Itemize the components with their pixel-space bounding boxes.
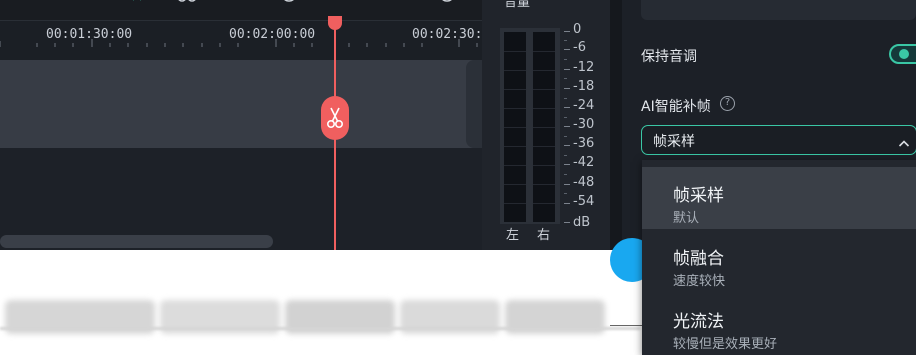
dropdown-option-frame-blending[interactable]: 帧融合 速度较快 bbox=[642, 230, 916, 292]
option-title: 光流法 bbox=[673, 312, 724, 332]
horizontal-scrollbar[interactable] bbox=[0, 235, 273, 248]
meter-segment bbox=[504, 108, 526, 109]
blurred-underline bbox=[0, 327, 640, 330]
clock-icon[interactable] bbox=[280, 0, 298, 6]
db-label: -18 bbox=[573, 79, 595, 94]
option-subtitle: 默认 bbox=[673, 211, 700, 226]
db-label: -48 bbox=[573, 175, 595, 190]
crop-icon[interactable] bbox=[228, 0, 246, 6]
dropdown-option-optical-flow[interactable]: 光流法 较慢但是效果更好 bbox=[642, 293, 916, 355]
select-value: 帧采样 bbox=[653, 134, 695, 150]
option-title: 帧融合 bbox=[673, 249, 724, 269]
db-label: -6 bbox=[573, 40, 586, 55]
audio-track-clip[interactable] bbox=[0, 60, 482, 148]
meter-segment bbox=[504, 184, 526, 185]
meter-segment bbox=[533, 203, 555, 204]
meter-segment bbox=[504, 165, 526, 166]
ruler-label: 00:02:30:0 bbox=[412, 27, 482, 42]
ruler-label: 00:02:00:00 bbox=[229, 27, 316, 42]
keep-pitch-toggle[interactable] bbox=[889, 44, 916, 64]
meter-segment bbox=[533, 146, 555, 147]
ruler-label: 00:01:30:00 bbox=[46, 27, 133, 42]
dot-icon[interactable] bbox=[340, 0, 350, 6]
option-subtitle: 速度较快 bbox=[673, 274, 726, 289]
meter-segment bbox=[533, 89, 555, 90]
meter-segment bbox=[504, 89, 526, 90]
meter-segment bbox=[504, 127, 526, 128]
ai-frame-interpolation-label: AI智能补帧 bbox=[641, 99, 711, 115]
meter-segment bbox=[504, 146, 526, 147]
channel-left-label: 左 bbox=[506, 228, 520, 243]
speed-icon[interactable] bbox=[437, 0, 457, 6]
meter-segment bbox=[533, 70, 555, 71]
meter-segment bbox=[504, 203, 526, 204]
db-label: -30 bbox=[573, 117, 595, 132]
divider-line bbox=[610, 325, 642, 326]
meter-segment bbox=[504, 70, 526, 71]
meter-bar-left bbox=[504, 32, 526, 222]
meter-bar-right bbox=[533, 32, 555, 222]
channel-right-label: 右 bbox=[537, 228, 551, 243]
db-label: -54 bbox=[573, 194, 595, 209]
audio-split-icon[interactable] bbox=[176, 0, 200, 6]
timeline-panel: 00:01:30:00 00:02:00:00 00:02:30:0 bbox=[0, 0, 482, 250]
panel-top-field[interactable] bbox=[641, 0, 916, 20]
keep-pitch-label: 保持音调 bbox=[641, 49, 697, 65]
meter-title: 音量 bbox=[504, 0, 531, 10]
split-scissors-button[interactable] bbox=[321, 96, 349, 140]
playhead-handle[interactable] bbox=[328, 16, 342, 30]
panel-divider bbox=[610, 0, 622, 250]
meter-segment bbox=[533, 165, 555, 166]
db-label: -12 bbox=[573, 60, 595, 75]
meter-segment bbox=[533, 108, 555, 109]
meter-segment bbox=[533, 127, 555, 128]
highlight-icon[interactable] bbox=[128, 0, 146, 6]
meter-segment bbox=[533, 51, 555, 52]
time-ruler[interactable]: 00:01:30:00 00:02:00:00 00:02:30:0 bbox=[0, 21, 482, 47]
timeline-toolbar bbox=[0, 0, 482, 21]
option-title: 帧采样 bbox=[673, 186, 724, 206]
chevron-up-icon bbox=[898, 134, 910, 153]
option-subtitle: 较慢但是效果更好 bbox=[673, 337, 778, 352]
frame-method-dropdown: 帧采样 默认 帧融合 速度较快 光流法 较慢但是效果更好 bbox=[642, 160, 916, 355]
meter-segment bbox=[533, 184, 555, 185]
music-note-icon[interactable] bbox=[84, 0, 98, 6]
audio-meter-panel: 音量 0 -6 -12 -18 -24 -30 -36 -42 -48 -54 … bbox=[482, 0, 610, 250]
meter-segment bbox=[504, 51, 526, 52]
db-label: -24 bbox=[573, 98, 595, 113]
toggle-knob bbox=[899, 49, 909, 59]
dropdown-option-frame-sampling[interactable]: 帧采样 默认 bbox=[642, 167, 916, 229]
track-scroll-handle[interactable] bbox=[466, 60, 482, 148]
frame-method-select[interactable]: 帧采样 bbox=[641, 125, 916, 155]
db-label: 0 bbox=[573, 22, 582, 37]
db-unit-label: dB bbox=[573, 215, 591, 230]
help-icon[interactable]: ? bbox=[720, 96, 735, 111]
db-label: -42 bbox=[573, 155, 595, 170]
db-label: -36 bbox=[573, 136, 595, 151]
cursor-icon[interactable] bbox=[30, 0, 44, 6]
